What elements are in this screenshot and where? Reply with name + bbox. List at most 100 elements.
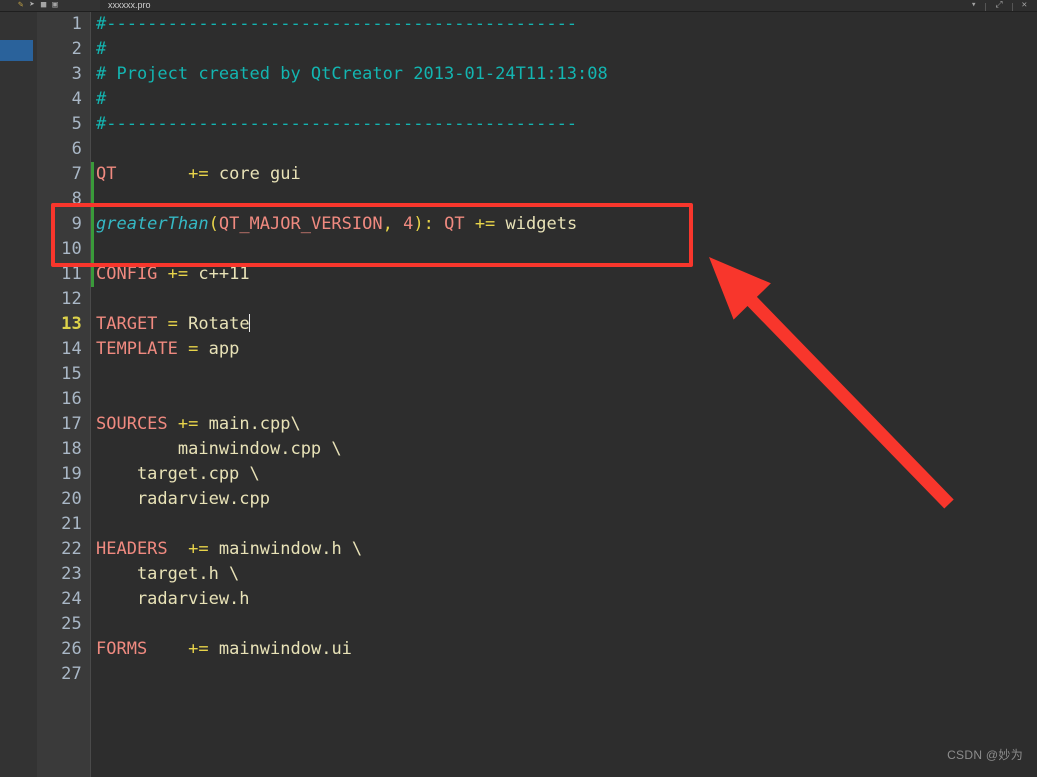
code-line[interactable]: #---------------------------------------… xyxy=(91,12,1037,37)
code-line[interactable] xyxy=(91,362,1037,387)
code-token: QT xyxy=(444,214,465,234)
image-icon[interactable]: ▣ xyxy=(52,1,57,10)
code-line[interactable]: TEMPLATE = app xyxy=(91,337,1037,362)
code-line[interactable]: # Project created by QtCreator 2013-01-2… xyxy=(91,62,1037,87)
code-line[interactable]: mainwindow.cpp \ xyxy=(91,437,1037,462)
line-number: 21 xyxy=(61,514,82,534)
toolbar-right-group: ▾ ⤢ ✕ xyxy=(971,0,1037,11)
line-number: 19 xyxy=(61,464,82,484)
code-token: ( xyxy=(208,214,219,234)
open-file-name[interactable]: xxxxxx.pro xyxy=(108,0,151,10)
line-number: 6 xyxy=(71,139,82,159)
code-line[interactable] xyxy=(91,662,1037,687)
pencil-icon[interactable]: ✎ xyxy=(18,1,23,10)
code-token: target.cpp \ xyxy=(96,464,260,484)
code-token: TARGET xyxy=(96,314,158,334)
code-line[interactable] xyxy=(91,612,1037,637)
code-token: target.h \ xyxy=(96,564,240,584)
code-token: = xyxy=(167,314,178,334)
line-number: 10 xyxy=(61,239,82,259)
code-token: : xyxy=(423,214,445,234)
line-number: 17 xyxy=(61,414,82,434)
vcs-change-marker xyxy=(91,212,94,237)
code-line[interactable] xyxy=(91,237,1037,262)
code-text-area[interactable]: #---------------------------------------… xyxy=(91,12,1037,777)
line-number: 24 xyxy=(61,589,82,609)
close-icon[interactable]: ✕ xyxy=(1022,1,1027,10)
code-token: += xyxy=(474,214,496,234)
code-line[interactable]: radarview.h xyxy=(91,587,1037,612)
code-editor[interactable]: 1 2 3 4 5 6 7 8 9 10 11 12 13 14 15 16 17 18 19 20 21 22 23 24 2… xyxy=(37,12,1037,777)
code-line[interactable] xyxy=(91,287,1037,312)
line-number: 25 xyxy=(61,614,82,634)
split-editor-icon[interactable]: ⤢ xyxy=(995,1,1002,10)
code-line[interactable]: radarview.cpp xyxy=(91,487,1037,512)
line-number: 12 xyxy=(61,289,82,309)
project-side-strip[interactable] xyxy=(0,12,37,777)
code-line[interactable]: SOURCES += main.cpp\ xyxy=(91,412,1037,437)
code-token: radarview.h xyxy=(96,589,250,609)
line-number: 9 xyxy=(71,214,82,234)
code-line[interactable] xyxy=(91,187,1037,212)
stop-icon[interactable]: ■ xyxy=(41,1,46,10)
code-line[interactable]: TARGET = Rotate xyxy=(91,312,1037,337)
code-token: # xyxy=(96,89,107,109)
csdn-watermark: CSDN @妙为 xyxy=(947,748,1023,762)
code-token: c++11 xyxy=(188,264,250,284)
line-number: 5 xyxy=(71,114,82,134)
text-cursor xyxy=(248,314,250,332)
vcs-change-marker xyxy=(91,237,94,262)
code-line[interactable]: #---------------------------------------… xyxy=(91,112,1037,137)
code-line[interactable]: FORMS += mainwindow.ui xyxy=(91,637,1037,662)
line-number: 20 xyxy=(61,489,82,509)
line-number: 22 xyxy=(61,539,82,559)
code-line[interactable]: # xyxy=(91,87,1037,112)
code-line[interactable]: QT += core gui xyxy=(91,162,1037,187)
code-token: mainwindow.ui xyxy=(208,639,352,659)
code-line[interactable]: target.cpp \ xyxy=(91,462,1037,487)
code-token: main.cpp\ xyxy=(198,414,301,434)
line-number: 23 xyxy=(61,564,82,584)
code-token: += xyxy=(188,539,209,559)
code-token: , xyxy=(382,214,404,234)
chevron-down-icon[interactable]: ▾ xyxy=(971,1,976,10)
code-line[interactable] xyxy=(91,137,1037,162)
sidebar-selected-item[interactable] xyxy=(0,40,33,61)
vcs-change-marker xyxy=(91,187,94,212)
code-line[interactable] xyxy=(91,387,1037,412)
line-number: 13 xyxy=(61,314,82,334)
code-token: ) xyxy=(413,214,424,234)
code-token: += xyxy=(167,264,189,284)
toolbar-divider-2 xyxy=(1011,3,1013,11)
code-token: QT_MAJOR_VERSION xyxy=(218,214,383,234)
code-token: #---------------------------------------… xyxy=(96,114,578,134)
code-token: CONFIG xyxy=(96,264,158,284)
line-number: 14 xyxy=(61,339,82,359)
toolbar-divider xyxy=(985,3,987,11)
code-token: mainwindow.cpp \ xyxy=(96,439,342,459)
code-line[interactable] xyxy=(91,512,1037,537)
code-token: FORMS xyxy=(96,639,148,659)
code-line[interactable]: HEADERS += mainwindow.h \ xyxy=(91,537,1037,562)
toolbar-left-group: ✎ ➤ ■ ▣ xyxy=(0,0,100,11)
code-token: += xyxy=(188,639,209,659)
vcs-change-marker xyxy=(91,262,94,287)
run-arrow-icon[interactable]: ➤ xyxy=(29,1,34,10)
code-token: += xyxy=(188,164,209,184)
code-line[interactable]: CONFIG += c++11 xyxy=(91,262,1037,287)
code-line[interactable]: # xyxy=(91,37,1037,62)
line-number: 27 xyxy=(61,664,82,684)
code-line[interactable]: target.h \ xyxy=(91,562,1037,587)
line-number-list: 1 2 3 4 5 6 7 8 9 10 11 12 13 14 15 16 17 18 19 20 21 22 23 24 2… xyxy=(37,12,90,687)
code-token: radarview.cpp xyxy=(96,489,270,509)
code-token: QT xyxy=(96,164,117,184)
code-line-list[interactable]: #---------------------------------------… xyxy=(91,12,1037,687)
line-number: 15 xyxy=(61,364,82,384)
code-line[interactable]: greaterThan(QT_MAJOR_VERSION, 4): QT += … xyxy=(91,212,1037,237)
line-number: 26 xyxy=(61,639,82,659)
